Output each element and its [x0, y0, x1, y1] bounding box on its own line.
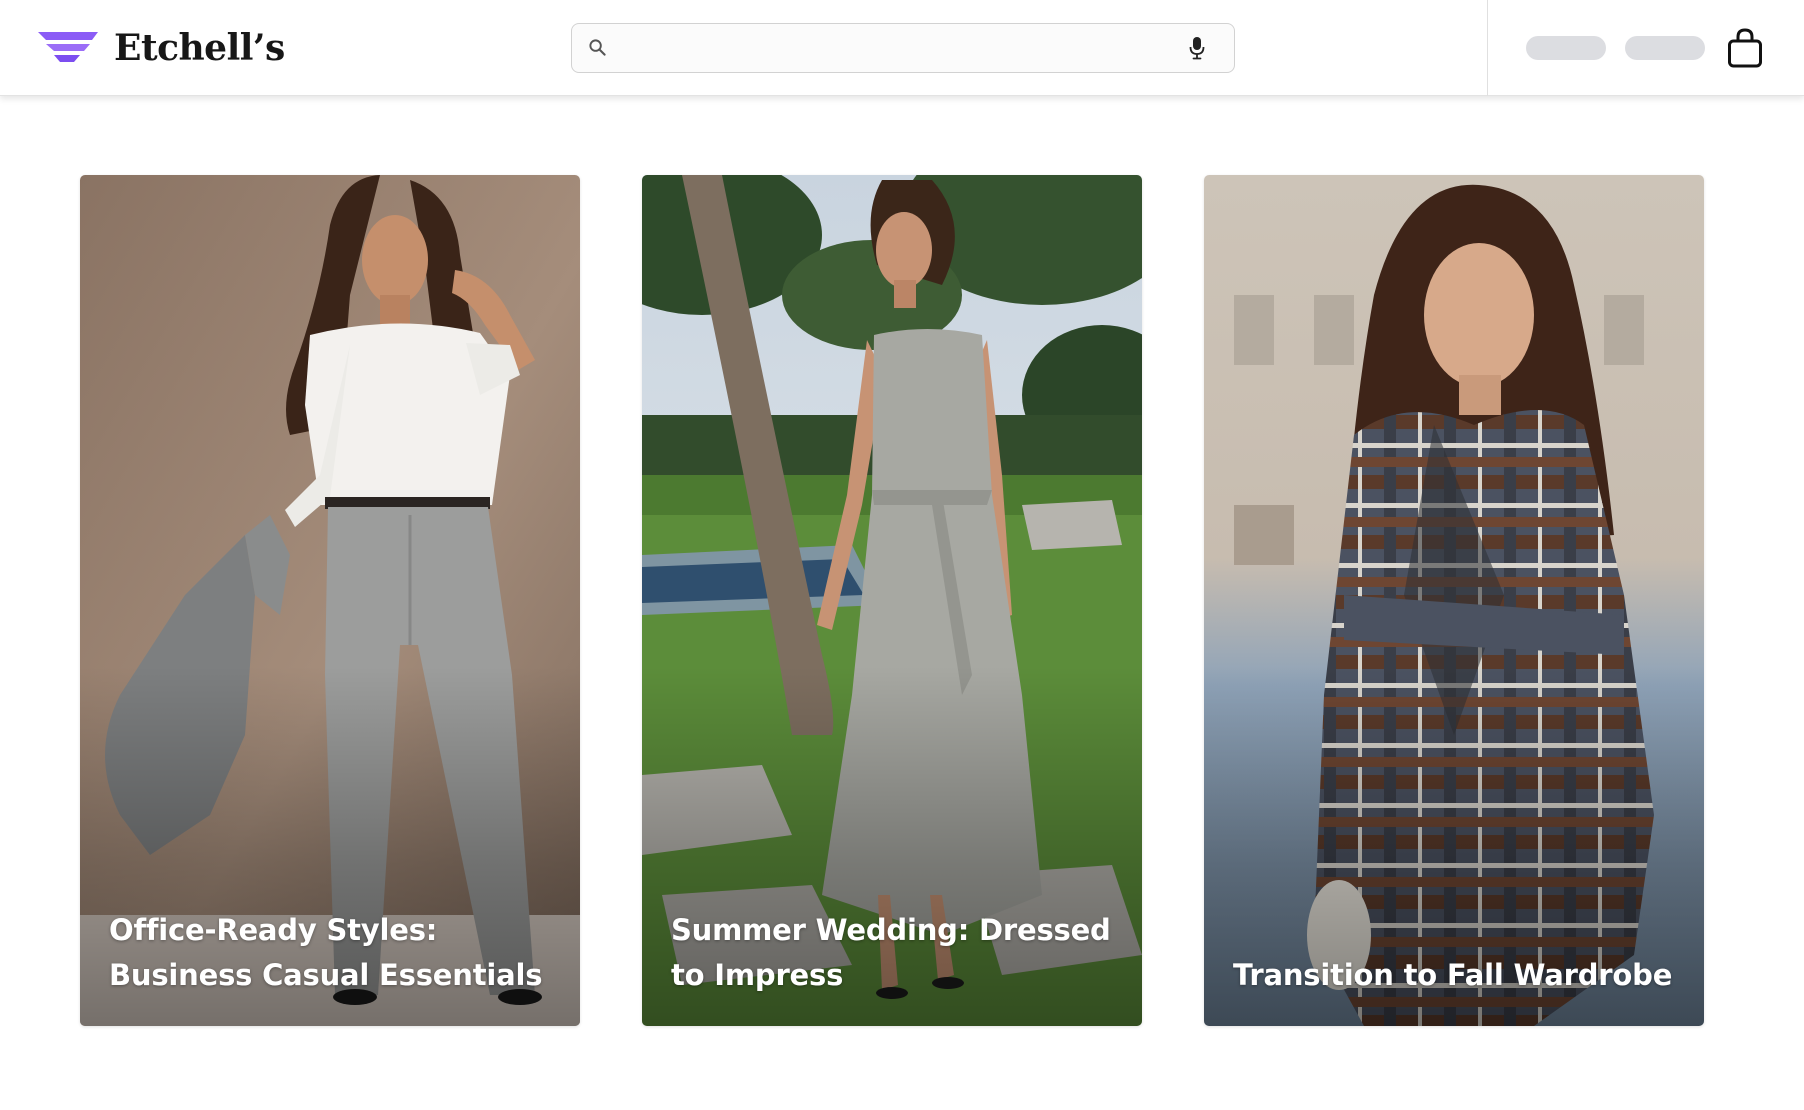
nav-placeholder-pill[interactable]	[1625, 36, 1705, 60]
header-divider	[1487, 0, 1488, 96]
search-input[interactable]	[618, 32, 1138, 64]
winged-logo-icon	[38, 32, 98, 62]
search-icon	[589, 39, 606, 56]
microphone-icon[interactable]	[1189, 36, 1205, 60]
collection-title: Transition to Fall Wardrobe	[1233, 958, 1673, 992]
search-bar[interactable]	[571, 23, 1235, 73]
collection-card-office[interactable]: Office-Ready Styles: Business Casual Ess…	[80, 175, 580, 1026]
collection-title: Summer Wedding: Dressed to Impress	[671, 913, 1111, 992]
nav-placeholder-pill[interactable]	[1526, 36, 1606, 60]
brand-home-link[interactable]: Etchell’s	[38, 22, 285, 74]
top-navigation-bar: Etchell’s	[0, 0, 1804, 96]
collection-card-summer-wedding[interactable]: Summer Wedding: Dressed to Impress	[642, 175, 1142, 1026]
brand-name: Etchell’s	[114, 27, 285, 69]
shopping-bag-icon[interactable]	[1727, 28, 1763, 68]
collection-card-fall-wardrobe[interactable]: Transition to Fall Wardrobe	[1204, 175, 1704, 1026]
collection-title: Office-Ready Styles: Business Casual Ess…	[109, 913, 543, 992]
